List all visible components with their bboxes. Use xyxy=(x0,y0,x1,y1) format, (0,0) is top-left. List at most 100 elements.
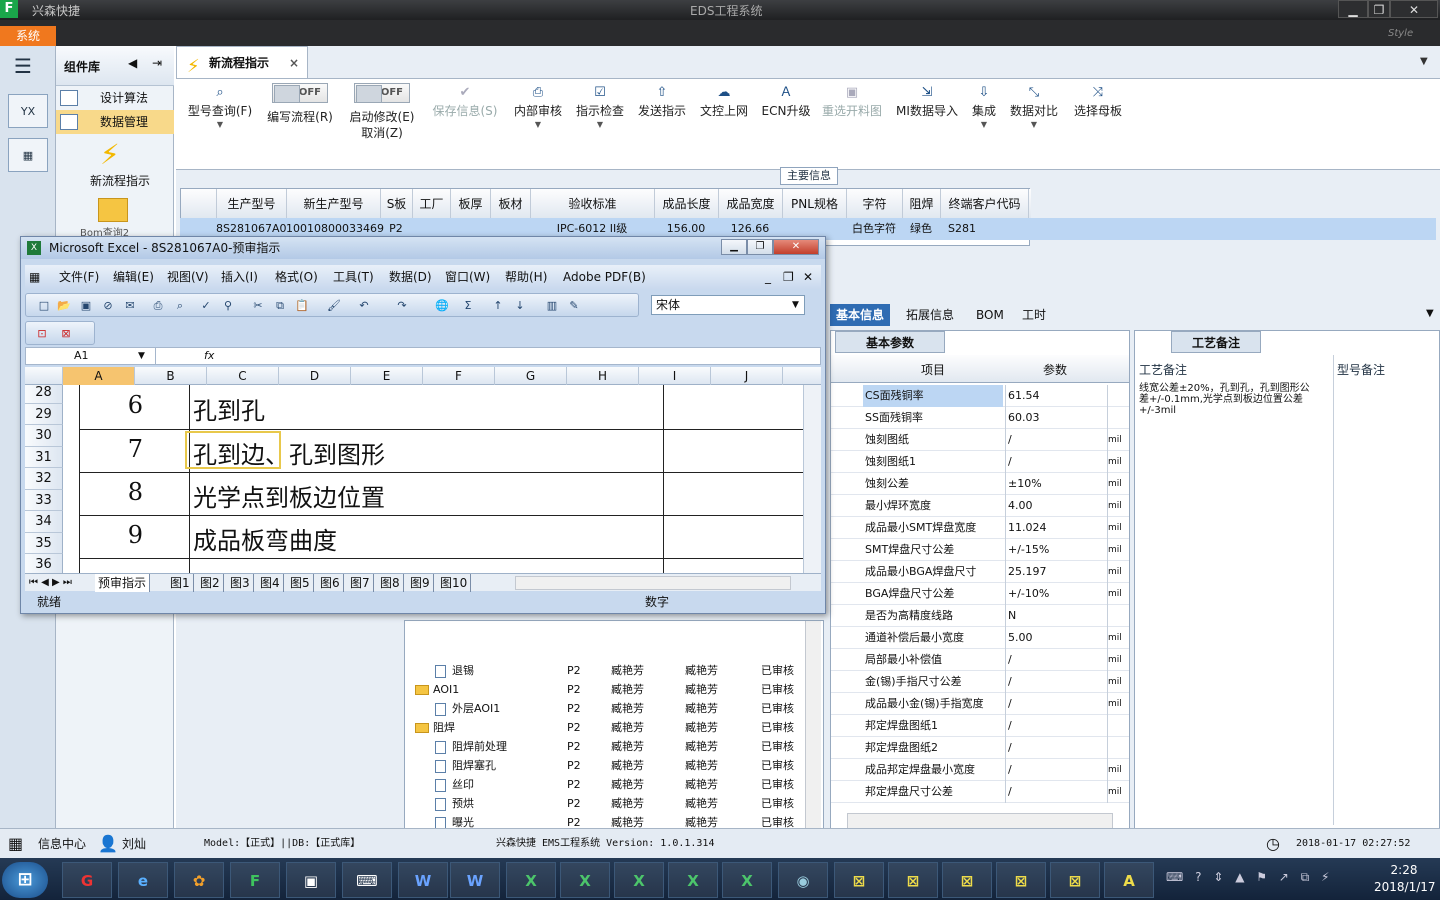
param-item[interactable]: 邦定焊盘图纸1 xyxy=(863,715,1003,737)
tab-basic-info[interactable]: 基本信息 xyxy=(830,304,891,326)
start-button[interactable]: ⊞ xyxy=(2,862,48,898)
off-toggle[interactable]: OFF xyxy=(354,83,410,103)
mi-data-import-button[interactable]: ⇲ MI数据导入 xyxy=(892,83,962,169)
excel-icon[interactable]: X xyxy=(614,862,664,898)
param-item[interactable]: 成品最小SMT焊盘宽度 xyxy=(863,517,1003,539)
row-header[interactable]: 31 xyxy=(25,446,63,468)
tab-process-notes[interactable]: 工艺备注 xyxy=(1171,331,1261,353)
tab-bom[interactable]: BOM xyxy=(970,304,1010,326)
col-header[interactable]: H xyxy=(567,367,639,385)
row-header[interactable]: 36 xyxy=(25,554,63,573)
col-header[interactable]: S板 xyxy=(381,189,413,219)
name-box[interactable]: A1 ▼ xyxy=(26,348,156,364)
sheet-tab[interactable]: 预审指示 xyxy=(95,574,151,592)
param-row[interactable]: 是否为高精度线路 N xyxy=(831,605,1129,627)
param-item[interactable]: 金(锡)手指尺寸公差 xyxy=(863,671,1003,693)
excel-window-icon[interactable]: ⊠ xyxy=(888,862,938,898)
param-value[interactable]: / xyxy=(1005,737,1105,759)
param-row[interactable]: 蚀刻公差 ±10% mil xyxy=(831,473,1129,495)
param-item[interactable]: BGA焊盘尺寸公差 xyxy=(863,583,1003,605)
col-header[interactable]: 板材 xyxy=(491,189,531,219)
row-header[interactable]: 34 xyxy=(25,511,63,533)
param-item[interactable]: 蚀刻图纸 xyxy=(863,429,1003,451)
sheet-tab[interactable]: 图7 xyxy=(347,574,374,592)
param-row[interactable]: 金(锡)手指尺寸公差 / mil xyxy=(831,671,1129,693)
text-editor-icon[interactable]: A xyxy=(1104,862,1154,898)
param-value[interactable]: 4.00 xyxy=(1005,495,1105,517)
tab-work-hours[interactable]: 工时 xyxy=(1016,304,1052,326)
param-row[interactable]: 最小焊环宽度 4.00 mil xyxy=(831,495,1129,517)
menu-window[interactable]: 窗口(W) xyxy=(445,265,490,289)
param-row[interactable]: 成品最小SMT焊盘宽度 11.024 mil xyxy=(831,517,1129,539)
format-painter-icon[interactable]: 🖌 xyxy=(326,298,342,313)
tree-row[interactable]: 外层AOI1 P2 臧艳芳 臧艳芳 已审核 xyxy=(405,699,821,718)
row-header[interactable]: 35 xyxy=(25,532,63,554)
redo-icon[interactable]: ↷ xyxy=(394,298,410,313)
param-value[interactable]: / xyxy=(1005,671,1105,693)
col-header[interactable]: 成品长度 xyxy=(655,189,719,219)
edit-process-toggle[interactable]: OFF 编写流程(R) xyxy=(260,83,340,169)
tree-row[interactable]: 预烘 P2 臧艳芳 臧艳芳 已审核 xyxy=(405,794,821,813)
tab-basic-params[interactable]: 基本参数 xyxy=(835,331,945,353)
cancel-label[interactable]: 取消(Z) xyxy=(342,125,422,141)
sheet-tab[interactable]: 图10 xyxy=(437,574,472,592)
col-header[interactable]: D xyxy=(279,367,351,385)
param-item[interactable]: 局部最小补偿值 xyxy=(863,649,1003,671)
tree-row[interactable]: 阻焊前处理 P2 臧艳芳 臧艳芳 已审核 xyxy=(405,737,821,756)
param-item[interactable]: SMT焊盘尺寸公差 xyxy=(863,539,1003,561)
param-row[interactable]: CS面残铜率 61.54 xyxy=(831,385,1129,407)
tree-node[interactable]: AOI1 xyxy=(415,680,459,699)
excel-icon[interactable]: X xyxy=(506,862,556,898)
param-row[interactable]: BGA焊盘尺寸公差 +/-10% mil xyxy=(831,583,1129,605)
sheet-tab[interactable]: 图1 xyxy=(167,574,194,592)
system-tab[interactable]: 系统 xyxy=(0,26,56,46)
param-value[interactable]: / xyxy=(1005,451,1105,473)
excel-window-icon[interactable]: ⊠ xyxy=(1050,862,1100,898)
pdf-icon[interactable]: ⊡ xyxy=(34,326,50,341)
minimize-button[interactable]: ▁ xyxy=(721,239,747,255)
cell[interactable]: 7 xyxy=(63,435,183,463)
cell[interactable]: 光学点到板边位置 xyxy=(193,478,673,513)
tree-node[interactable]: 丝印 xyxy=(435,775,474,794)
param-value[interactable]: / xyxy=(1005,693,1105,715)
menu-file[interactable]: 文件(F) xyxy=(59,265,99,289)
save-disk-icon[interactable]: ▣ xyxy=(286,862,336,898)
tree-node[interactable]: 预烘 xyxy=(435,794,474,813)
menu-help[interactable]: 帮助(H) xyxy=(505,265,547,289)
cell[interactable]: S281 xyxy=(940,218,984,240)
param-value[interactable]: +/-15% xyxy=(1005,539,1105,561)
tray-clock[interactable]: 2:28 2018/1/17 xyxy=(1374,862,1436,896)
tree-row[interactable]: 退锡 P2 臧艳芳 臧艳芳 已审核 xyxy=(405,661,821,680)
sort-ascending-icon[interactable]: ↑ xyxy=(490,298,506,313)
col-header[interactable]: 新生产型号 xyxy=(287,189,381,219)
col-header[interactable]: G xyxy=(495,367,567,385)
tree-node[interactable]: 外层AOI1 xyxy=(435,699,500,718)
menu-data[interactable]: 数据(D) xyxy=(389,265,432,289)
param-row[interactable]: 通道补偿后最小宽度 5.00 mil xyxy=(831,627,1129,649)
param-row[interactable]: SS面残铜率 60.03 xyxy=(831,407,1129,429)
system-tray-icons[interactable]: ⌨ ? ⇕ ▲ ⚑ ↗ ⧉ ⚡ xyxy=(1166,870,1333,885)
cell[interactable]: 成品板弯曲度 xyxy=(193,521,673,556)
research-icon[interactable]: ⚲ xyxy=(220,298,236,313)
tree-node[interactable]: 阻焊塞孔 xyxy=(435,756,496,775)
close-button[interactable]: ✕ xyxy=(1390,0,1438,18)
pdf-email-icon[interactable]: ⊠ xyxy=(58,326,74,341)
keyboard-icon[interactable]: ⌨ xyxy=(342,862,392,898)
lightning-icon[interactable]: ⚡ xyxy=(100,138,130,174)
param-value[interactable]: 11.024 xyxy=(1005,517,1105,539)
internal-review-button[interactable]: ⎙ 内部审核 ▼ xyxy=(508,83,568,169)
chart-wizard-icon[interactable]: ▥ xyxy=(544,298,560,313)
print-icon[interactable]: ⎙ xyxy=(150,298,166,313)
col-header[interactable]: 生产型号 xyxy=(217,189,287,219)
browser-icon[interactable]: e xyxy=(118,862,168,898)
col-header[interactable]: A xyxy=(63,367,135,385)
chevron-down-icon[interactable]: ▼ xyxy=(1420,56,1428,67)
maximize-button[interactable]: ❐ xyxy=(747,239,773,255)
autosum-icon[interactable]: Σ xyxy=(460,298,476,313)
taskbar-app-icon[interactable]: G xyxy=(62,862,112,898)
param-item[interactable]: 成品最小金(锡)手指宽度 xyxy=(863,693,1003,715)
param-row[interactable]: 邦定焊盘图纸1/ xyxy=(831,715,1129,737)
sheet-tab[interactable]: 图5 xyxy=(287,574,314,592)
menu-view[interactable]: 视图(V) xyxy=(167,265,209,289)
cell[interactable]: 6 xyxy=(63,391,183,419)
